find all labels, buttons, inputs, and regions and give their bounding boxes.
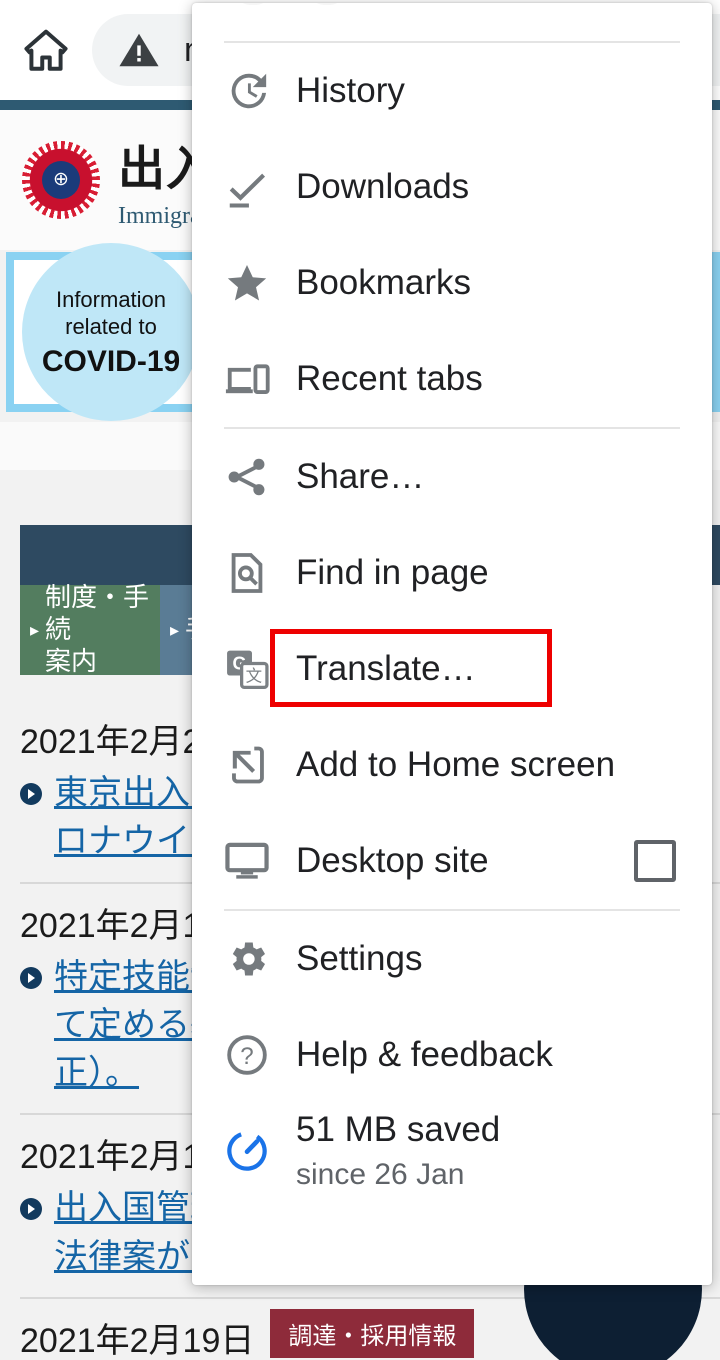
menu-item-label: History [296, 71, 405, 110]
menu-item-label: Settings [296, 939, 423, 978]
forward-icon[interactable] [236, 3, 270, 5]
chevron-right-icon: ▸ [170, 619, 180, 640]
add-to-home-icon [224, 742, 286, 788]
history-icon [224, 68, 286, 114]
menu-item-data-saved[interactable]: 51 MB saved since 26 Jan [192, 1103, 712, 1199]
nav-tile-label: 制度・手続 案内 [45, 582, 150, 676]
menu-item-downloads[interactable]: Downloads [192, 139, 712, 235]
news-date: 2021年2月19日 [20, 1321, 255, 1360]
home-button[interactable] [0, 4, 92, 96]
svg-text:文: 文 [246, 667, 262, 686]
desktop-site-checkbox[interactable] [634, 840, 676, 882]
menu-item-share[interactable]: Share… [192, 429, 712, 525]
menu-item-desktop-site[interactable]: Desktop site [192, 813, 712, 909]
overflow-menu: History Downloads Bookmarks Recent tabs … [192, 3, 712, 1285]
menu-item-history[interactable]: History [192, 43, 712, 139]
bullet-icon [20, 783, 42, 805]
menu-item-label-wrap: 51 MB saved since 26 Jan [296, 1110, 500, 1193]
chevron-right-icon: ▸ [30, 619, 40, 640]
menu-item-bookmarks[interactable]: Bookmarks [192, 235, 712, 331]
home-icon [24, 29, 68, 71]
covid-line2: related to [65, 314, 157, 339]
menu-item-label: Translate… [296, 649, 476, 688]
menu-item-label: Desktop site [296, 841, 489, 880]
desktop-site-icon [224, 838, 286, 884]
menu-item-label: Help & feedback [296, 1035, 553, 1074]
menu-item-add-to-home-screen[interactable]: Add to Home screen [192, 717, 712, 813]
screen: ⊕ 出入国 Immigration Information related to… [0, 0, 720, 1360]
covid-badge: Information related to COVID-19 [22, 243, 200, 421]
status-badge: 調達・採用情報 [270, 1308, 475, 1358]
menu-item-label: Find in page [296, 553, 489, 592]
menu-item-label: Downloads [296, 167, 470, 206]
covid-line1: Information [55, 286, 167, 312]
menu-item-sublabel: since 26 Jan [296, 1157, 465, 1191]
nav-tile-procedures[interactable]: ▸ 制度・手続 案内 [20, 582, 160, 676]
bookmark-star-icon[interactable] [310, 3, 344, 5]
menu-icon-row [192, 3, 712, 41]
menu-item-label: Bookmarks [296, 263, 472, 302]
immigration-crest-icon: ⊕ [22, 141, 100, 219]
menu-item-label: Share… [296, 457, 425, 496]
menu-item-label: Recent tabs [296, 359, 483, 398]
help-icon: ? [224, 1032, 286, 1078]
menu-item-recent-tabs[interactable]: Recent tabs [192, 331, 712, 427]
translate-icon: G 文 [224, 646, 286, 692]
bullet-icon [20, 966, 42, 989]
menu-item-translate[interactable]: G 文 Translate… [192, 621, 712, 717]
downloads-icon [224, 164, 286, 210]
recent-tabs-icon [224, 356, 286, 402]
covid-line3: COVID-19 [41, 344, 181, 378]
settings-gear-icon [224, 936, 286, 982]
bullet-icon [20, 1198, 42, 1221]
menu-item-help-feedback[interactable]: ? Help & feedback [192, 1007, 712, 1103]
svg-text:?: ? [240, 1043, 253, 1070]
find-in-page-icon [224, 550, 286, 596]
star-icon [224, 260, 286, 306]
crest-center-glyph: ⊕ [42, 161, 80, 199]
warning-triangle-icon[interactable] [116, 27, 162, 73]
share-icon [224, 454, 286, 500]
menu-item-label: Add to Home screen [296, 745, 616, 784]
data-saver-icon [224, 1128, 286, 1174]
menu-item-settings[interactable]: Settings [192, 911, 712, 1007]
menu-item-label: 51 MB saved [296, 1109, 501, 1149]
menu-item-find-in-page[interactable]: Find in page [192, 525, 712, 621]
